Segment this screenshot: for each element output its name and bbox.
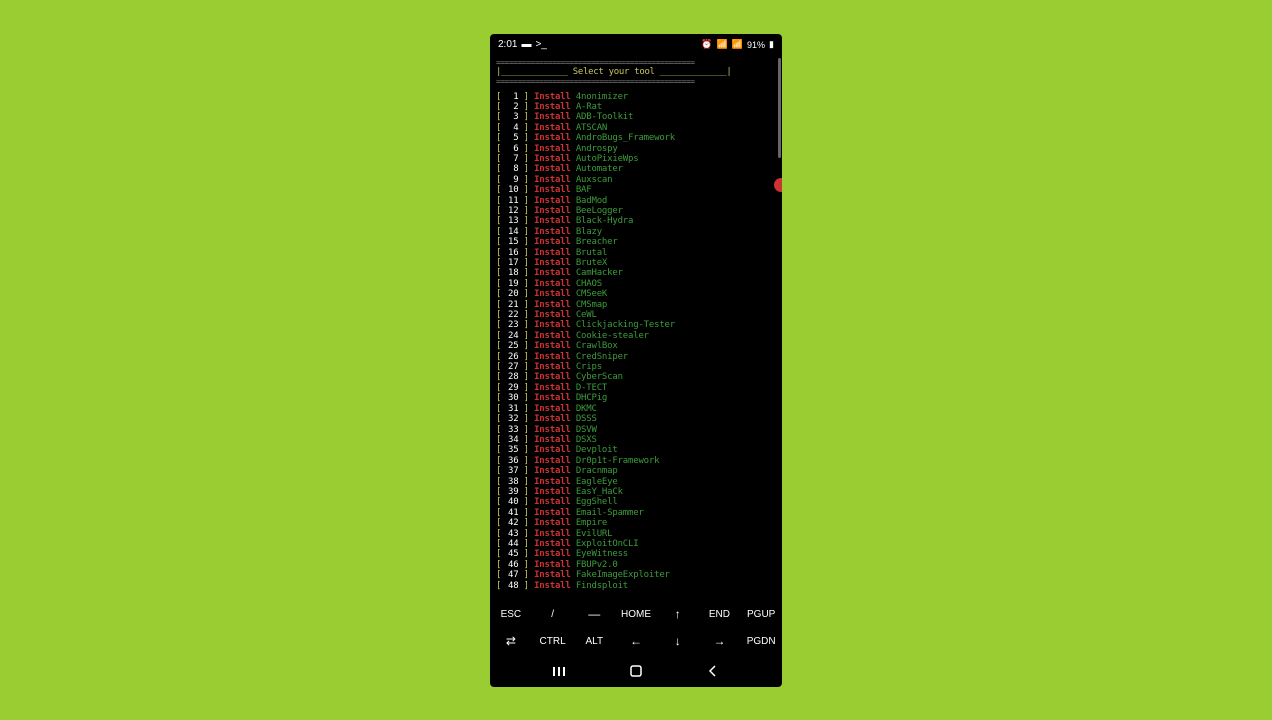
key-/[interactable]: / — [532, 609, 574, 620]
tool-item[interactable]: [ 15 ] Install Breacher — [496, 237, 776, 247]
tool-item[interactable]: [ 4 ] Install ATSCAN — [496, 123, 776, 133]
tool-item[interactable]: [ 38 ] Install EagleEye — [496, 477, 776, 487]
tool-item[interactable]: [ 13 ] Install Black-Hydra — [496, 216, 776, 226]
back-button[interactable] — [704, 662, 722, 680]
key-↑[interactable]: ↑ — [657, 607, 699, 621]
tool-item[interactable]: [ 19 ] Install CHAOS — [496, 279, 776, 289]
tool-item[interactable]: [ 7 ] Install AutoPixieWps — [496, 154, 776, 164]
msg-icon: ▬ — [521, 39, 531, 50]
key-end[interactable]: END — [699, 609, 741, 620]
key-pgup[interactable]: PGUP — [740, 609, 782, 620]
tool-item[interactable]: [ 32 ] Install DSSS — [496, 414, 776, 424]
tool-item[interactable]: [ 35 ] Install Devploit — [496, 445, 776, 455]
key-pgdn[interactable]: PGDN — [740, 636, 782, 647]
tool-item[interactable]: [ 47 ] Install FakeImageExploiter — [496, 570, 776, 580]
tool-item[interactable]: [ 14 ] Install Blazy — [496, 227, 776, 237]
tool-item[interactable]: [ 24 ] Install Cookie-stealer — [496, 331, 776, 341]
nav-bar — [490, 655, 782, 687]
tool-item[interactable]: [ 20 ] Install CMSeeK — [496, 289, 776, 299]
signal-icon: 📶 — [717, 39, 728, 50]
key-esc[interactable]: ESC — [490, 609, 532, 620]
separator-top: ========================================… — [496, 58, 776, 67]
key-alt[interactable]: ALT — [573, 636, 615, 647]
key-→[interactable]: → — [699, 634, 741, 648]
tool-item[interactable]: [ 2 ] Install A-Rat — [496, 102, 776, 112]
recents-button[interactable] — [550, 662, 568, 680]
tool-item[interactable]: [ 22 ] Install CeWL — [496, 310, 776, 320]
tool-item[interactable]: [ 28 ] Install CyberScan — [496, 372, 776, 382]
key-ctrl[interactable]: CTRL — [532, 636, 574, 647]
tool-item[interactable]: [ 10 ] Install BAF — [496, 185, 776, 195]
extra-keys-row-2: ⇄CTRLALT←↓→PGDN — [490, 628, 782, 655]
tool-item[interactable]: [ 36 ] Install Dr0p1t-Framework — [496, 456, 776, 466]
tool-item[interactable]: [ 31 ] Install DKMC — [496, 404, 776, 414]
status-left: 2:01 ▬ >_ — [498, 39, 547, 50]
phone-frame: 2:01 ▬ >_ ⏰ 📶 📶 91% ▮ ==================… — [490, 34, 782, 687]
title-line: |_____________ Select your tool ________… — [496, 67, 776, 77]
status-right: ⏰ 📶 📶 91% ▮ — [701, 39, 774, 50]
battery-text: 91% — [747, 40, 765, 50]
home-button[interactable] — [627, 662, 645, 680]
tool-item[interactable]: [ 42 ] Install Empire — [496, 518, 776, 528]
key-↓[interactable]: ↓ — [657, 634, 699, 648]
tool-item[interactable]: [ 23 ] Install Clickjacking-Tester — [496, 320, 776, 330]
scrollbar[interactable] — [778, 58, 781, 158]
battery-icon: ▮ — [769, 39, 774, 50]
key-⇄[interactable]: ⇄ — [490, 634, 532, 648]
tool-item[interactable]: [ 6 ] Install Androspy — [496, 144, 776, 154]
tool-item[interactable]: [ 45 ] Install EyeWitness — [496, 549, 776, 559]
alarm-icon: ⏰ — [701, 39, 712, 50]
tool-item[interactable]: [ 26 ] Install CredSniper — [496, 352, 776, 362]
termux-icon: >_ — [535, 39, 546, 50]
tool-item[interactable]: [ 12 ] Install BeeLogger — [496, 206, 776, 216]
extra-keys-row-1: ESC/—HOME↑ENDPGUP — [490, 601, 782, 628]
tool-item[interactable]: [ 25 ] Install CrawlBox — [496, 341, 776, 351]
terminal[interactable]: ========================================… — [490, 56, 782, 601]
tool-item[interactable]: [ 37 ] Install Dracnmap — [496, 466, 776, 476]
tool-item[interactable]: [ 40 ] Install EggShell — [496, 497, 776, 507]
tool-item[interactable]: [ 16 ] Install Brutal — [496, 248, 776, 258]
separator-bottom: ========================================… — [496, 77, 776, 86]
tool-item[interactable]: [ 3 ] Install ADB-Toolkit — [496, 112, 776, 122]
tool-item[interactable]: [ 18 ] Install CamHacker — [496, 268, 776, 278]
tool-item[interactable]: [ 5 ] Install AndroBugs_Framework — [496, 133, 776, 143]
tool-item[interactable]: [ 29 ] Install D-TECT — [496, 383, 776, 393]
key-home[interactable]: HOME — [615, 609, 657, 620]
tool-list: [ 1 ] Install 4nonimizer[ 2 ] Install A-… — [496, 92, 776, 592]
tool-item[interactable]: [ 30 ] Install DHCPig — [496, 393, 776, 403]
tool-item[interactable]: [ 44 ] Install ExploitOnCLI — [496, 539, 776, 549]
tool-item[interactable]: [ 11 ] Install BadMod — [496, 196, 776, 206]
tool-item[interactable]: [ 27 ] Install Crips — [496, 362, 776, 372]
tool-item[interactable]: [ 1 ] Install 4nonimizer — [496, 92, 776, 102]
status-bar: 2:01 ▬ >_ ⏰ 📶 📶 91% ▮ — [490, 34, 782, 56]
tool-item[interactable]: [ 17 ] Install BruteX — [496, 258, 776, 268]
key-←[interactable]: ← — [615, 634, 657, 648]
tool-item[interactable]: [ 34 ] Install DSXS — [496, 435, 776, 445]
tool-item[interactable]: [ 41 ] Install Email-Spammer — [496, 508, 776, 518]
wifi-icon: 📶 — [732, 39, 743, 50]
tool-item[interactable]: [ 39 ] Install EasY_HaCk — [496, 487, 776, 497]
tool-item[interactable]: [ 46 ] Install FBUPv2.0 — [496, 560, 776, 570]
tool-item[interactable]: [ 48 ] Install Findsploit — [496, 581, 776, 591]
time: 2:01 — [498, 39, 517, 50]
tool-item[interactable]: [ 43 ] Install EvilURL — [496, 529, 776, 539]
tool-item[interactable]: [ 9 ] Install Auxscan — [496, 175, 776, 185]
record-indicator — [774, 178, 782, 192]
tool-item[interactable]: [ 33 ] Install DSVW — [496, 425, 776, 435]
tool-item[interactable]: [ 21 ] Install CMSmap — [496, 300, 776, 310]
key-—[interactable]: — — [573, 607, 615, 621]
tool-item[interactable]: [ 8 ] Install Automater — [496, 164, 776, 174]
